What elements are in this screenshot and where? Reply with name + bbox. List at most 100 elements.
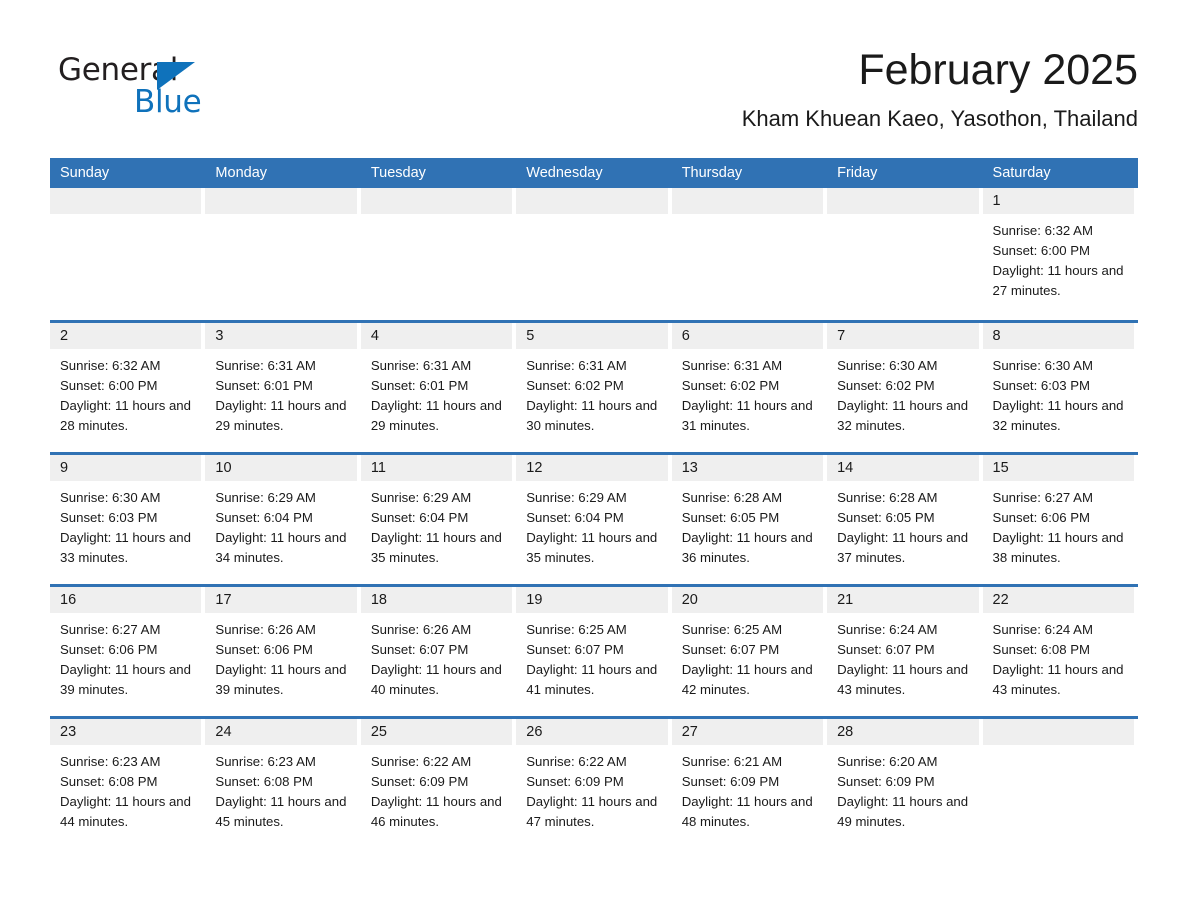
sunrise-text: Sunrise: 6:30 AM: [837, 358, 938, 373]
day-details: Sunrise: 6:29 AM Sunset: 6:04 PM Daylight:…: [516, 481, 667, 568]
sunrise-text: Sunrise: 6:32 AM: [992, 223, 1093, 238]
sunset-text: Sunset: 6:06 PM: [215, 642, 313, 657]
sunset-text: Sunset: 6:02 PM: [837, 378, 935, 393]
sunrise-text: Sunrise: 6:23 AM: [215, 754, 316, 769]
sunrise-text: Sunrise: 6:25 AM: [526, 622, 627, 637]
day-cell-20[interactable]: 20 Sunrise: 6:25 AM Sunset: 6:07 PM Dayligh…: [671, 587, 828, 716]
day-number-band: 25: [360, 719, 513, 745]
sunrise-text: Sunrise: 6:30 AM: [60, 490, 161, 505]
day-number-band: 14: [827, 455, 979, 481]
daylight-text: Daylight: 11 hours and 39 minutes.: [215, 662, 347, 697]
page-header: General Blue February 2025 Kham Khuean K…: [50, 44, 1138, 144]
sunset-text: Sunset: 6:08 PM: [215, 774, 313, 789]
day-number: 23: [60, 724, 77, 740]
day-cell-21[interactable]: 21 Sunrise: 6:24 AM Sunset: 6:07 PM Dayligh…: [827, 587, 983, 716]
sunset-text: Sunset: 6:06 PM: [992, 510, 1091, 525]
sunset-text: Sunset: 6:02 PM: [681, 378, 780, 393]
day-cell-empty: [982, 719, 1138, 848]
day-number-band: 22: [982, 587, 1134, 613]
day-cell-19[interactable]: 19 Sunrise: 6:25 AM Sunset: 6:07 PM Dayligh…: [516, 587, 672, 716]
day-number-band: 5: [516, 323, 668, 349]
day-number-band: 19: [516, 587, 668, 613]
sunrise-text: Sunrise: 6:31 AM: [215, 358, 316, 373]
day-details: Sunrise: 6:23 AM Sunset: 6:08 PM Daylight:…: [205, 745, 356, 832]
sunset-text: Sunset: 6:03 PM: [60, 510, 158, 525]
day-cell-15[interactable]: 15 Sunrise: 6:27 AM Sunset: 6:06 PM Dayligh…: [982, 455, 1138, 584]
day-cell-6[interactable]: 6 Sunrise: 6:31 AM Sunset: 6:02 PM Daylight…: [671, 323, 828, 452]
sunset-text: Sunset: 6:07 PM: [526, 642, 624, 657]
daylight-text: Daylight: 11 hours and 36 minutes.: [681, 530, 813, 565]
week-cells: 16 Sunrise: 6:27 AM Sunset: 6:06 PM Dayligh…: [50, 587, 1138, 716]
day-cell-3[interactable]: 3 Sunrise: 6:31 AM Sunset: 6:01 PM Daylight…: [205, 323, 361, 452]
day-cell-10[interactable]: 10 Sunrise: 6:29 AM Sunset: 6:04 PM Dayligh…: [205, 455, 361, 584]
sunset-text: Sunset: 6:07 PM: [837, 642, 935, 657]
sunrise-text: Sunrise: 6:20 AM: [837, 754, 938, 769]
day-cell-23[interactable]: 23 Sunrise: 6:23 AM Sunset: 6:08 PM Dayligh…: [50, 719, 206, 848]
sunrise-text: Sunrise: 6:28 AM: [837, 490, 938, 505]
day-number: 21: [837, 592, 854, 608]
day-number-band: [50, 188, 202, 214]
day-cell-5[interactable]: 5 Sunrise: 6:31 AM Sunset: 6:02 PM Daylight…: [516, 323, 672, 452]
sunrise-text: Sunrise: 6:31 AM: [526, 358, 627, 373]
day-number: 17: [215, 592, 232, 608]
day-cell-13[interactable]: 13 Sunrise: 6:28 AM Sunset: 6:05 PM Dayligh…: [671, 455, 828, 584]
sunrise-text: Sunrise: 6:29 AM: [526, 490, 627, 505]
day-number: 7: [837, 328, 846, 344]
day-number: 14: [837, 460, 854, 476]
calendar-week-row: 2 Sunrise: 6:32 AM Sunset: 6:00 PM Daylight…: [50, 320, 1138, 452]
day-number-band: 10: [205, 455, 357, 481]
day-cell-26[interactable]: 26 Sunrise: 6:22 AM Sunset: 6:09 PM Dayligh…: [516, 719, 672, 848]
title-block: February 2025 Kham Khuean Kaeo, Yasothon…: [438, 44, 1138, 134]
week-cells: 2 Sunrise: 6:32 AM Sunset: 6:00 PM Daylight…: [50, 323, 1138, 452]
daylight-text: Daylight: 11 hours and 47 minutes.: [526, 794, 658, 829]
day-cell-8[interactable]: 8 Sunrise: 6:30 AM Sunset: 6:03 PM Daylight…: [982, 323, 1138, 452]
day-cell-9[interactable]: 9 Sunrise: 6:30 AM Sunset: 6:03 PM Daylight…: [50, 455, 206, 584]
calendar-week-row: 16 Sunrise: 6:27 AM Sunset: 6:06 PM Dayligh…: [50, 584, 1138, 716]
day-cell-22[interactable]: 22 Sunrise: 6:24 AM Sunset: 6:08 PM Dayligh…: [982, 587, 1138, 716]
day-cell-empty: [827, 188, 983, 320]
day-cell-16[interactable]: 16 Sunrise: 6:27 AM Sunset: 6:06 PM Dayligh…: [50, 587, 206, 716]
sunrise-text: Sunrise: 6:27 AM: [992, 490, 1093, 505]
sunset-text: Sunset: 6:00 PM: [60, 378, 158, 393]
day-cell-18[interactable]: 18 Sunrise: 6:26 AM Sunset: 6:07 PM Dayligh…: [360, 587, 517, 716]
day-cell-24[interactable]: 24 Sunrise: 6:23 AM Sunset: 6:08 PM Dayligh…: [205, 719, 361, 848]
day-number: 20: [681, 592, 698, 608]
day-cell-25[interactable]: 25 Sunrise: 6:22 AM Sunset: 6:09 PM Dayligh…: [360, 719, 517, 848]
day-cell-4[interactable]: 4 Sunrise: 6:31 AM Sunset: 6:01 PM Daylight…: [360, 323, 517, 452]
sunset-text: Sunset: 6:04 PM: [215, 510, 313, 525]
sunset-text: Sunset: 6:09 PM: [681, 774, 780, 789]
day-cell-27[interactable]: 27 Sunrise: 6:21 AM Sunset: 6:09 PM Dayligh…: [671, 719, 828, 848]
day-number-band: 26: [516, 719, 668, 745]
day-cell-12[interactable]: 12 Sunrise: 6:29 AM Sunset: 6:04 PM Dayligh…: [516, 455, 672, 584]
day-details: Sunrise: 6:21 AM Sunset: 6:09 PM Daylight:…: [672, 745, 823, 832]
day-number-band: 12: [516, 455, 668, 481]
day-details: Sunrise: 6:22 AM Sunset: 6:09 PM Daylight:…: [361, 745, 512, 832]
day-cell-1[interactable]: 1 Sunrise: 6:32 AM Sunset: 6:00 PM Daylight…: [982, 188, 1138, 320]
logo-text-blue: Blue: [134, 84, 202, 120]
day-number: 22: [992, 592, 1009, 608]
day-details: Sunrise: 6:29 AM Sunset: 6:04 PM Daylight:…: [361, 481, 512, 568]
day-number: 26: [526, 724, 543, 740]
daylight-text: Daylight: 11 hours and 31 minutes.: [681, 398, 813, 433]
day-cell-14[interactable]: 14 Sunrise: 6:28 AM Sunset: 6:05 PM Dayligh…: [827, 455, 983, 584]
day-number: 5: [526, 328, 535, 344]
day-cell-7[interactable]: 7 Sunrise: 6:30 AM Sunset: 6:02 PM Daylight…: [827, 323, 983, 452]
weekday-header-wednesday: Wednesday: [526, 165, 603, 181]
day-number-band: 9: [50, 455, 202, 481]
daylight-text: Daylight: 11 hours and 49 minutes.: [837, 794, 969, 829]
day-cell-11[interactable]: 11 Sunrise: 6:29 AM Sunset: 6:04 PM Dayligh…: [360, 455, 517, 584]
day-cell-28[interactable]: 28 Sunrise: 6:20 AM Sunset: 6:09 PM Dayligh…: [827, 719, 983, 848]
day-number: 28: [837, 724, 854, 740]
daylight-text: Daylight: 11 hours and 28 minutes.: [60, 398, 191, 433]
day-details: Sunrise: 6:30 AM Sunset: 6:03 PM Daylight:…: [50, 481, 201, 568]
day-details: Sunrise: 6:30 AM Sunset: 6:02 PM Daylight:…: [827, 349, 978, 436]
general-blue-logo[interactable]: General Blue: [58, 52, 258, 128]
day-number: 24: [215, 724, 232, 740]
day-number-band: 20: [671, 587, 824, 613]
daylight-text: Daylight: 11 hours and 29 minutes.: [215, 398, 347, 433]
day-cell-2[interactable]: 2 Sunrise: 6:32 AM Sunset: 6:00 PM Daylight…: [50, 323, 206, 452]
day-number-band: 1: [982, 188, 1134, 214]
weekday-header-friday: Friday: [837, 165, 878, 181]
day-cell-17[interactable]: 17 Sunrise: 6:26 AM Sunset: 6:06 PM Dayligh…: [205, 587, 361, 716]
day-details: Sunrise: 6:31 AM Sunset: 6:01 PM Daylight:…: [361, 349, 512, 436]
